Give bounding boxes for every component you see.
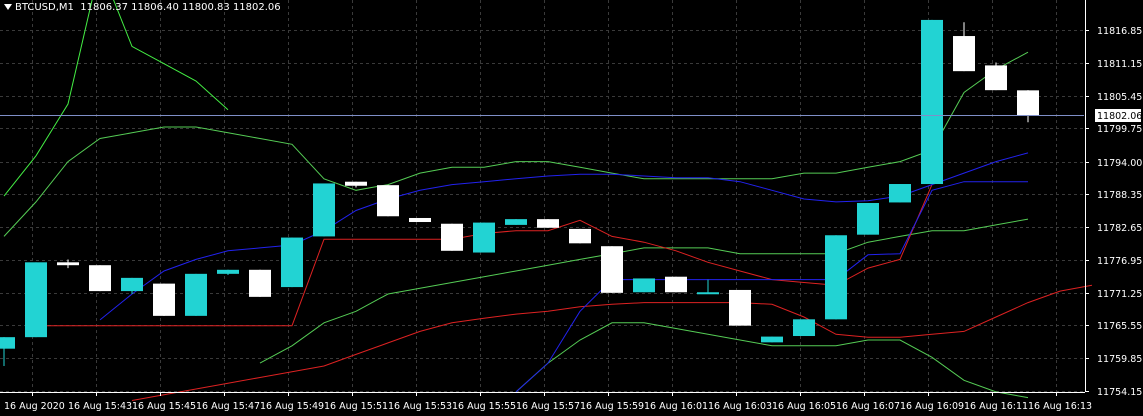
candle-body (857, 203, 879, 235)
time-tick-label: 16 Aug 16:11 (964, 401, 1028, 412)
time-tick-label: 16 Aug 16:05 (772, 401, 836, 412)
candle-body (281, 237, 303, 288)
price-chart[interactable]: 11816.85 11811.15 11805.45 11799.75 11794.00… (0, 0, 1143, 416)
candle-body (89, 265, 111, 292)
time-tick-label: 16 Aug 15:57 (516, 401, 580, 412)
candle-body (697, 292, 719, 295)
candle-body (409, 217, 431, 223)
indicator-band-lowest (515, 322, 1029, 399)
candle-body (57, 262, 79, 266)
ohlc-values: 11806.37 11806.40 11800.83 11802.06 (80, 2, 281, 13)
candle-body (505, 219, 527, 225)
time-tick-label: 16 Aug 15:47 (196, 401, 260, 412)
collapse-triangle-icon[interactable] (4, 4, 12, 10)
candle-body (761, 336, 783, 343)
candle-body (537, 219, 559, 228)
time-tick-label: 16 Aug 15:49 (260, 401, 324, 412)
time-tick-label: 16 Aug 16:01 (644, 401, 708, 412)
time-tick-label: 16 Aug 16:13 (1028, 401, 1092, 412)
candle-body (185, 273, 207, 316)
candle-body (0, 337, 15, 349)
time-tick-label: 16 Aug 16:03 (708, 401, 772, 412)
time-tick-label: 16 Aug 15:43 (68, 401, 132, 412)
candle-body (569, 228, 591, 244)
candle-body (25, 262, 47, 338)
candle-body (121, 277, 143, 292)
candle-body (441, 223, 463, 251)
candle-body (377, 185, 399, 217)
candle-body (313, 183, 335, 237)
candle-body (1017, 90, 1039, 116)
price-tick-label: 11816.85 (1097, 26, 1142, 37)
price-tick-label: 11765.55 (1097, 321, 1142, 332)
price-tick-label: 11782.65 (1097, 223, 1142, 234)
candle-body (473, 222, 495, 253)
price-tick-label: 11788.35 (1097, 190, 1142, 201)
candle-body (921, 19, 943, 185)
candle-body (729, 289, 751, 326)
price-tick-label: 11805.45 (1097, 92, 1142, 103)
price-tick-label: 11759.85 (1097, 354, 1142, 365)
time-tick-label: 16 Aug 16:07 (836, 401, 900, 412)
candle-body (985, 65, 1007, 91)
candle-body (633, 278, 655, 293)
indicator-band-upper (3, 0, 229, 197)
candle-body (345, 181, 367, 186)
chart-window[interactable]: 11816.85 11811.15 11805.45 11799.75 11794.00… (0, 0, 1143, 416)
chart-header: BTCUSD,M1 11806.37 11806.40 11800.83 118… (4, 2, 281, 13)
price-tick-label: 11794.00 (1097, 158, 1142, 169)
time-tick-label: 16 Aug 15:53 (388, 401, 452, 412)
price-tick-label: 11811.15 (1097, 59, 1142, 70)
indicator-red-lower (131, 284, 1093, 401)
candle-body (249, 269, 271, 297)
time-tick-label: 16 Aug 16:09 (900, 401, 964, 412)
price-tick-label: 11754.15 (1097, 387, 1142, 398)
time-tick-label: 16 Aug 15:55 (452, 401, 516, 412)
time-tick-label: 16 Aug 2020 (4, 401, 65, 412)
symbol-label: BTCUSD,M1 (15, 2, 74, 13)
time-tick-label: 16 Aug 15:51 (324, 401, 388, 412)
indicator-blue-lower (515, 181, 1028, 393)
time-tick-label: 16 Aug 15:59 (580, 401, 644, 412)
candle-body (665, 276, 687, 293)
price-tick-label: 11771.25 (1097, 289, 1142, 300)
indicator-blue-ma (99, 152, 1029, 321)
candle-body (953, 36, 975, 72)
current-price-label: 11802.06 (1097, 111, 1142, 122)
price-tick-label: 11799.75 (1097, 124, 1142, 135)
candle-body (793, 319, 815, 337)
candle-body (153, 283, 175, 316)
candle-body (889, 184, 911, 203)
price-tick-label: 11776.95 (1097, 256, 1142, 267)
candle-body (601, 246, 623, 293)
candle-body (825, 235, 847, 320)
time-tick-label: 16 Aug 15:45 (132, 401, 196, 412)
candle-body (217, 269, 239, 274)
